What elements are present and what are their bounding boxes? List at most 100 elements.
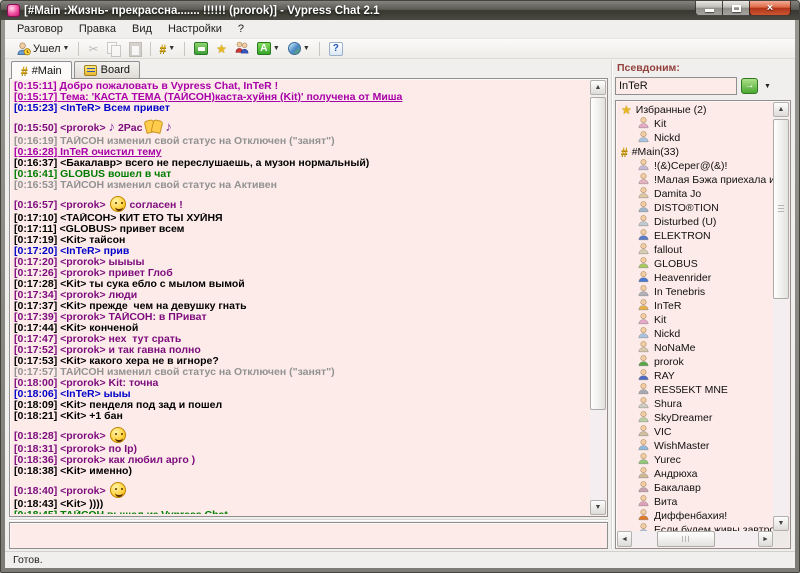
add-favorite-button[interactable]: ★ (213, 40, 230, 58)
menu-item-2[interactable]: Правка (71, 21, 124, 37)
user-list-item[interactable]: WishMaster (617, 439, 773, 453)
user-list-item[interactable]: Вита (617, 495, 773, 509)
chevron-down-icon: ▼ (63, 45, 70, 52)
user-group-header[interactable]: ★Избранные (2) (617, 103, 773, 117)
user-list-item[interactable]: NoNaMe (617, 341, 773, 355)
message-text: <prorok> по Ip) (60, 444, 137, 455)
user-list-item[interactable]: Heavenrider (617, 271, 773, 285)
music-icon: ♪ (165, 119, 172, 134)
toolbar-separator (184, 42, 185, 56)
status-button[interactable]: Ушел ▼ (13, 40, 72, 58)
user-list-item[interactable]: !(&)Серег@(&)! (617, 159, 773, 173)
user-list-item[interactable]: Nickd (617, 327, 773, 341)
scroll-up-icon[interactable]: ▲ (773, 102, 789, 117)
message-timestamp: [0:17:52] (14, 345, 60, 356)
menu-item-4[interactable]: Настройки (160, 21, 230, 37)
scroll-left-icon[interactable]: ◄ (617, 531, 632, 547)
scroll-right-icon[interactable]: ► (758, 531, 773, 547)
user-list-hscrollbar-thumb[interactable] (657, 531, 715, 547)
chat-scrollbar-thumb[interactable] (590, 97, 606, 410)
message-timestamp: [0:17:39] (14, 312, 60, 323)
user-list-hscrollbar[interactable]: ◄ ► (617, 531, 773, 547)
message-timestamp: [0:17:47] (14, 334, 60, 345)
user-name: !(&)Серег@(&)! (654, 160, 727, 172)
user-list-item[interactable]: !Малая Бэжа приехала из Кры (617, 173, 773, 187)
user-list-item[interactable]: prorok (617, 355, 773, 369)
settings-button[interactable]: ▼ (285, 40, 313, 58)
user-group-header[interactable]: ##Main(33) (617, 145, 773, 159)
user-list-item[interactable]: GLOBUS (617, 257, 773, 271)
vertical-splitter[interactable] (608, 60, 615, 549)
maximize-icon (732, 5, 741, 12)
nickname-input[interactable] (615, 77, 737, 95)
user-list-item[interactable]: In Tenebris (617, 285, 773, 299)
user-list-item[interactable]: Yurec (617, 453, 773, 467)
user-icon (637, 187, 650, 201)
message-text: ТАЙСОН изменил свой статус на Отключен (… (60, 367, 334, 378)
user-list-item[interactable]: Disturbed (U) (617, 215, 773, 229)
scroll-up-icon[interactable]: ▲ (590, 80, 606, 95)
chat-message: [0:17:39] <prorok> ТАЙСОН: в ПРиват (11, 312, 589, 323)
message-timestamp: [0:17:11] (14, 224, 60, 235)
user-icon (637, 215, 650, 229)
chevron-down-icon: ▼ (273, 45, 280, 52)
channels-button[interactable]: #▼ (157, 40, 179, 58)
new-message-button[interactable] (191, 40, 211, 58)
cut-button[interactable]: ✂ (85, 40, 101, 58)
user-list-item[interactable]: Shura (617, 397, 773, 411)
user-list-item[interactable]: Kit (617, 117, 773, 131)
chat-message: [0:17:19] <Kit> тайсон (11, 235, 589, 246)
menu-item-1[interactable]: Разговор (9, 21, 71, 37)
tab-board[interactable]: Board (74, 61, 140, 78)
chat-scrollbar[interactable]: ▲ ▼ (590, 80, 606, 515)
copy-button[interactable] (104, 40, 123, 58)
user-list-scrollbar[interactable]: ▲ ▼ (773, 102, 789, 531)
user-list-item[interactable]: Damita Jo (617, 187, 773, 201)
user-list-scrollbar-thumb[interactable] (773, 119, 789, 299)
user-list-item[interactable]: Андрюха (617, 467, 773, 481)
user-name: NoNaMe (654, 342, 695, 354)
font-button[interactable]: A▼ (254, 40, 283, 58)
user-list-item[interactable]: RES5EKT MNE (617, 383, 773, 397)
title-bar[interactable]: [#Main :Жизнь- прекрассна....... !!!!!! … (1, 1, 799, 20)
horizontal-splitter[interactable] (9, 517, 608, 522)
user-list-item[interactable]: Kit (617, 313, 773, 327)
scroll-down-icon[interactable]: ▼ (590, 500, 606, 515)
nickname-dropdown[interactable]: ▼ (762, 81, 773, 92)
maximize-button[interactable] (722, 1, 750, 16)
user-icon (637, 173, 650, 187)
user-list-item[interactable]: VIC (617, 425, 773, 439)
user-list-item[interactable]: Nickd (617, 131, 773, 145)
tab-main[interactable]: # #Main (11, 61, 72, 79)
help-button[interactable]: ? (326, 40, 346, 58)
user-icon (637, 369, 650, 383)
message-input[interactable] (9, 522, 608, 549)
chat-message: [0:18:09] <Kit> пенделя под зад и пошел (11, 400, 589, 411)
menu-item-3[interactable]: Вид (124, 21, 160, 37)
user-list-item[interactable]: InTeR (617, 299, 773, 313)
user-list-item[interactable]: SkyDreamer (617, 411, 773, 425)
scroll-down-icon[interactable]: ▼ (773, 516, 789, 531)
user-list-item[interactable]: Если будем живы завтро пос (617, 523, 773, 531)
message-text: <prorok> нех тут срать (60, 334, 181, 345)
chat-panel: # #Main Board [0:15:11] Добро пожаловать… (9, 60, 608, 549)
user-list-item[interactable]: Диффенбахия! (617, 509, 773, 523)
menu-item-5[interactable]: ? (230, 21, 252, 37)
smiley-icon (110, 427, 126, 443)
user-list-item[interactable]: ELEKTRON (617, 229, 773, 243)
message-text: ТАЙСОН изменил свой статус на Отключен (… (60, 136, 334, 147)
message-timestamp: [0:17:34] (14, 290, 60, 301)
user-name: fallout (654, 244, 682, 256)
paste-button[interactable] (125, 40, 144, 58)
minimize-button[interactable] (695, 1, 723, 16)
user-list-item[interactable]: RAY (617, 369, 773, 383)
apply-nickname-button[interactable]: → (741, 78, 758, 94)
user-icon (637, 397, 650, 411)
chat-message: [0:17:52] <prorok> и так гавна полно (11, 345, 589, 356)
user-list-item[interactable]: DISTO®TION (617, 201, 773, 215)
user-list-item[interactable]: fallout (617, 243, 773, 257)
star-icon: ★ (216, 42, 227, 56)
user-list-item[interactable]: Бакалавр (617, 481, 773, 495)
users-button[interactable] (232, 40, 252, 58)
close-button[interactable]: × (749, 1, 791, 16)
